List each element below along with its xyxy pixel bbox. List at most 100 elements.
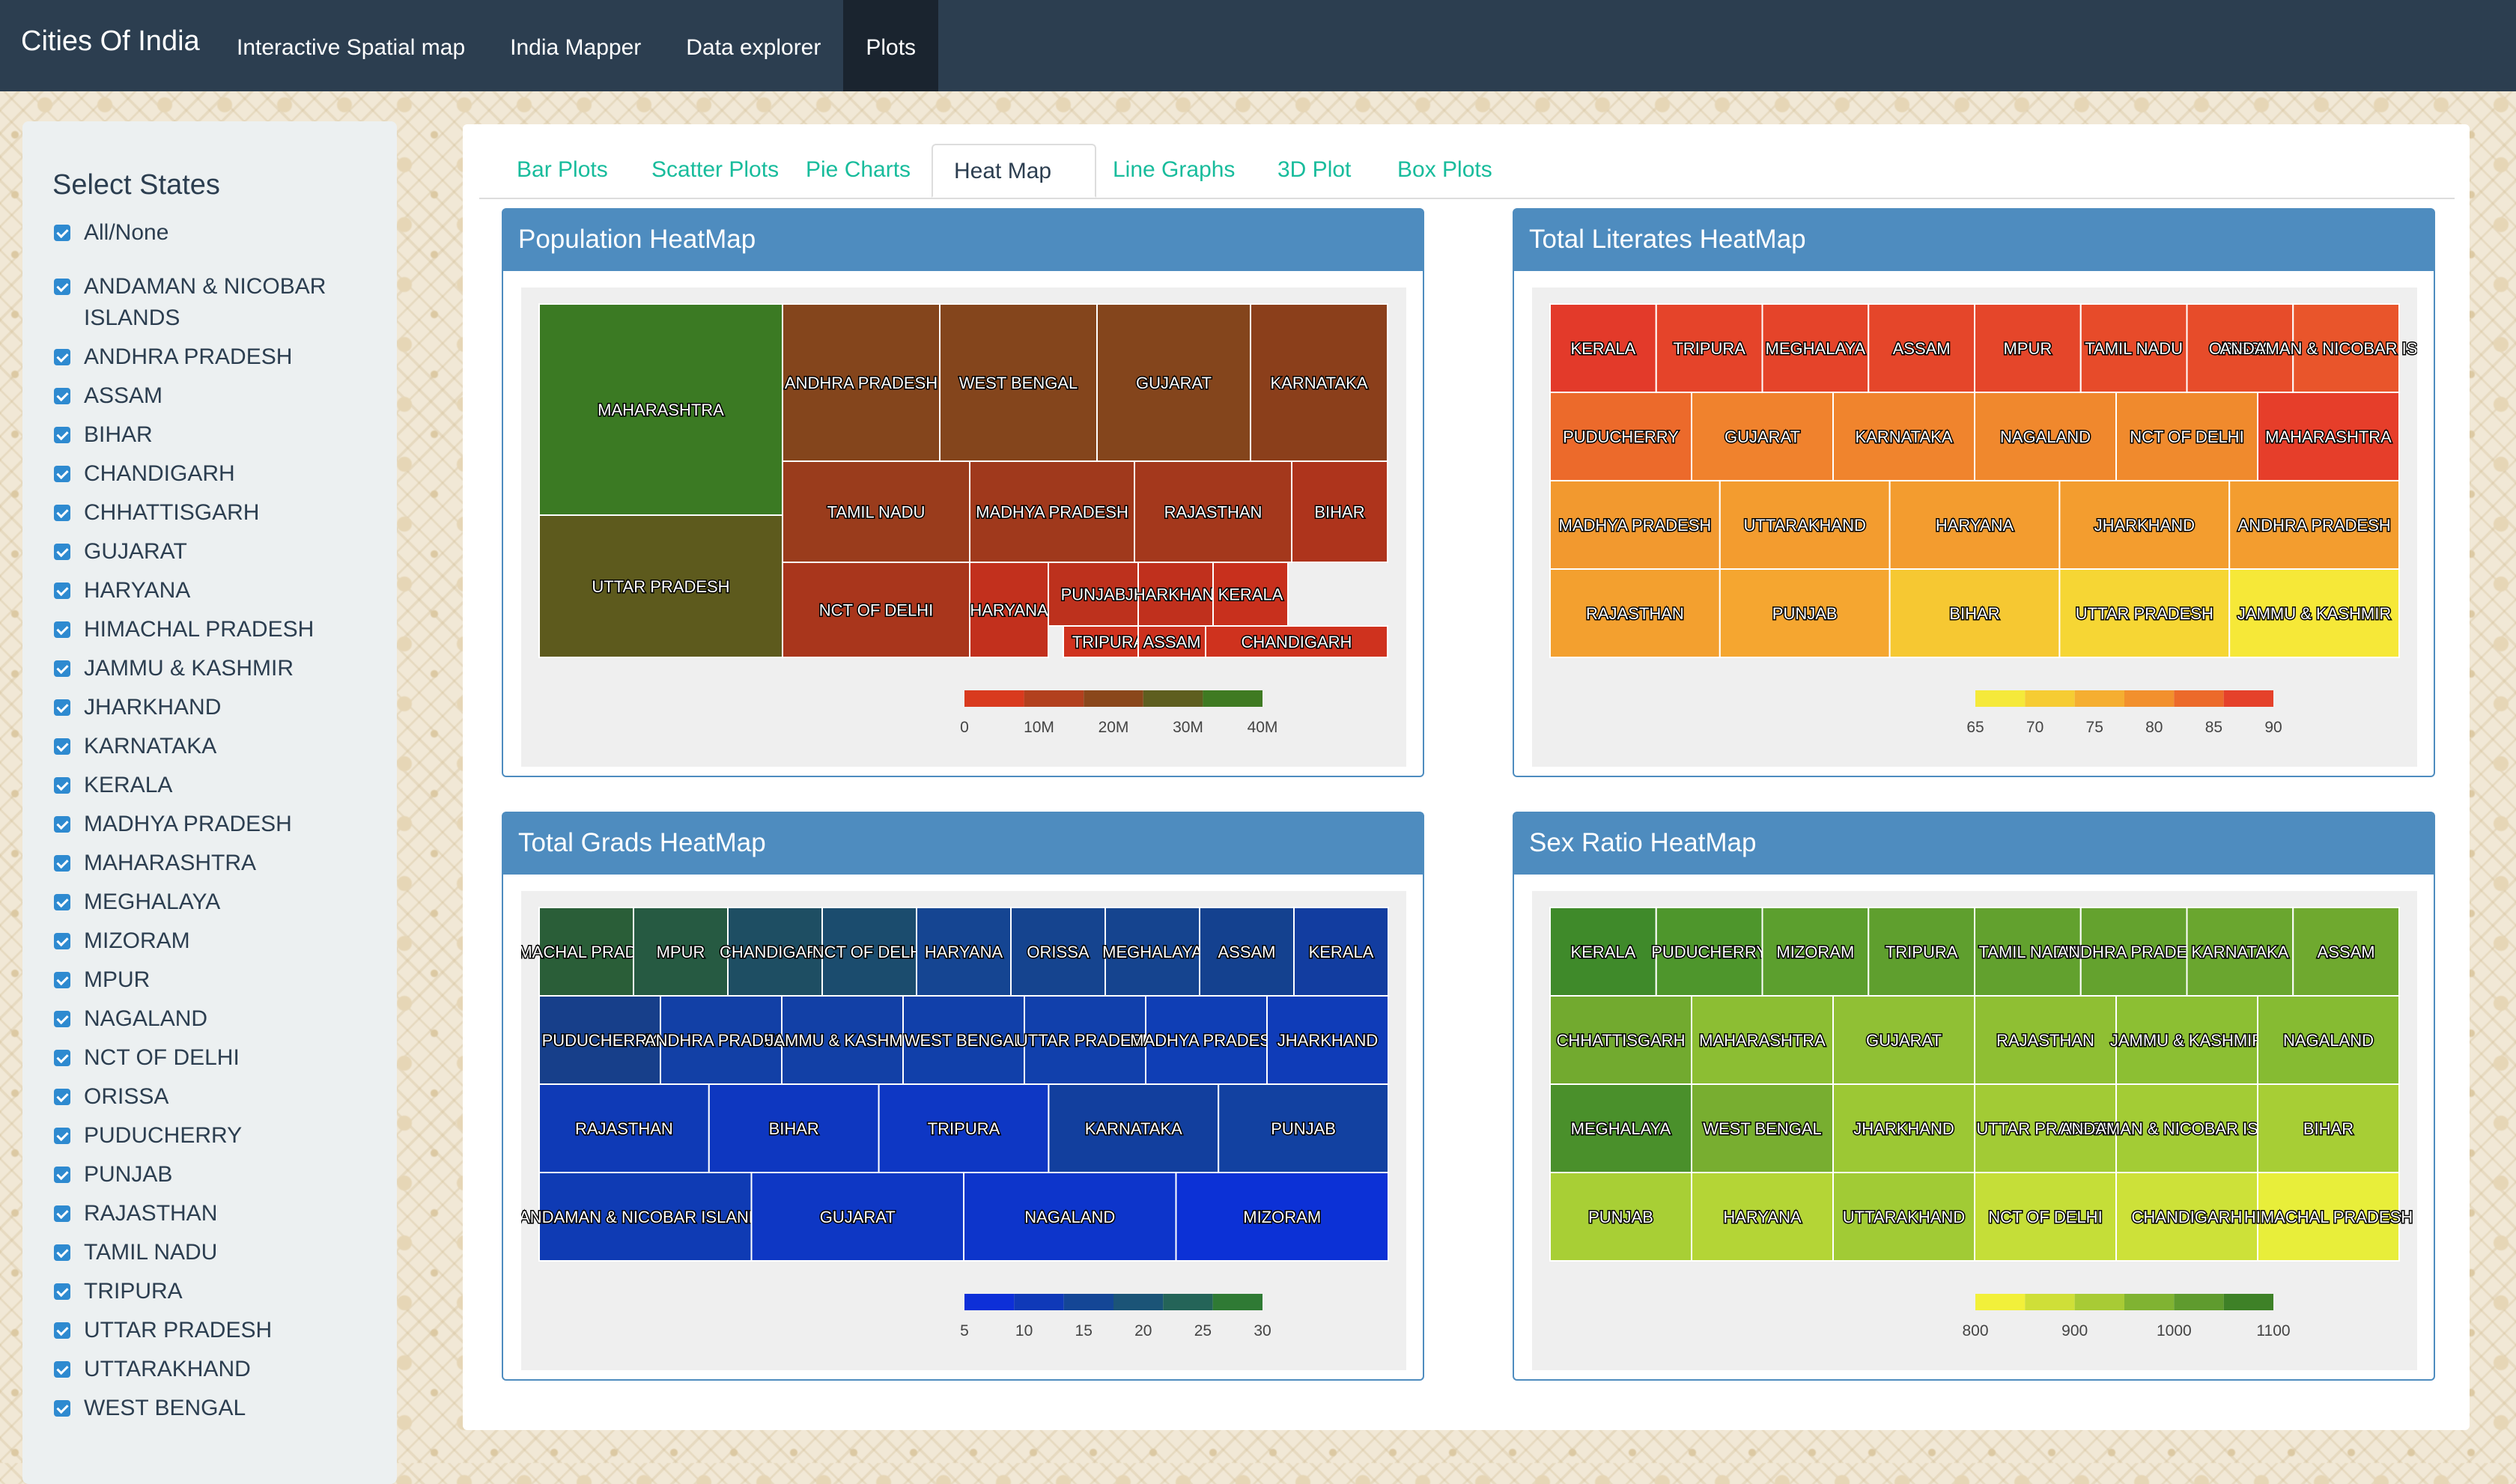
legend-tick-label: 30: [1254, 1322, 1271, 1339]
heatmap-tile-label: WEST BENGAL: [1703, 1119, 1822, 1138]
heatmap-tile-label: KARNATAKA: [1271, 374, 1368, 392]
state-checkbox-row[interactable]: ASSAM: [52, 380, 389, 412]
checkbox-checked-icon[interactable]: [54, 1361, 70, 1378]
tab-3d-plot[interactable]: 3D Plot: [1277, 144, 1351, 198]
heatmap-tile-label: ANDHRA PRADESH: [785, 374, 938, 392]
checkbox-checked-icon[interactable]: [54, 777, 70, 794]
checkbox-checked-icon[interactable]: [54, 894, 70, 910]
nav-interactive-spatial-map[interactable]: Interactive Spatial map: [214, 0, 487, 91]
all-none-checkbox-row[interactable]: All/None: [52, 217, 389, 249]
state-checkbox-row[interactable]: MEGHALAYA: [52, 887, 389, 918]
sidebar-title: Select States: [52, 169, 220, 201]
state-checkbox-row[interactable]: NCT OF DELHI: [52, 1042, 389, 1074]
checkbox-checked-icon[interactable]: [54, 1205, 70, 1222]
checkbox-checked-icon[interactable]: [54, 1167, 70, 1183]
heatmap-tile-label: GUJARAT: [1136, 374, 1212, 392]
state-checkbox-row[interactable]: BIHAR: [52, 419, 389, 451]
state-checkbox-row[interactable]: TRIPURA: [52, 1276, 389, 1307]
checkbox-checked-icon[interactable]: [54, 1283, 70, 1300]
checkbox-checked-icon[interactable]: [54, 816, 70, 833]
heatmap-tile-label: MIZORAM: [1243, 1208, 1321, 1226]
checkbox-checked-icon[interactable]: [54, 1011, 70, 1027]
state-label: GUJARAT: [84, 539, 187, 564]
state-checkbox-row[interactable]: UTTAR PRADESH: [52, 1315, 389, 1346]
state-checkbox-row[interactable]: MAHARASHTRA: [52, 848, 389, 879]
heatmap-tile-label: PUNJAB: [1772, 604, 1838, 623]
checkbox-checked-icon[interactable]: [54, 544, 70, 560]
plot-tabs: Bar Plots Scatter Plots Pie Charts Heat …: [479, 135, 2455, 199]
legend-color-swatch: [2074, 690, 2124, 707]
state-checkbox-row[interactable]: JAMMU & KASHMIR: [52, 653, 389, 684]
checkbox-checked-icon[interactable]: [54, 660, 70, 677]
legend-color-swatch: [2223, 1294, 2273, 1310]
state-checkbox-row[interactable]: MPUR: [52, 964, 389, 996]
state-label: MAHARASHTRA: [84, 851, 257, 875]
checkbox-checked-icon[interactable]: [54, 1322, 70, 1339]
heatmap-tile-label: TAMIL NADU: [827, 503, 926, 522]
state-checkbox-row[interactable]: KARNATAKA: [52, 731, 389, 762]
all-none-label: All/None: [84, 220, 169, 245]
legend-tick-label: 0: [960, 719, 969, 736]
tab-pie-charts[interactable]: Pie Charts: [806, 144, 911, 198]
state-checkbox-row[interactable]: ORISSA: [52, 1081, 389, 1113]
state-checkbox-row[interactable]: HARYANA: [52, 575, 389, 606]
heatmap-tile-label: KERALA: [1570, 339, 1635, 358]
checkbox-checked-icon[interactable]: [54, 621, 70, 638]
heatmap-tile-label: JAMMU & KASHMIR: [2237, 604, 2391, 623]
state-checkbox-row[interactable]: ANDHRA PRADESH: [52, 341, 389, 373]
heatmap-tile-label: ASSAM: [1893, 339, 1951, 358]
heatmap-tile-label: GUJARAT: [820, 1208, 896, 1226]
state-label: MIZORAM: [84, 928, 190, 953]
legend-color-swatch: [1212, 1294, 1262, 1310]
checkbox-checked-icon[interactable]: [54, 738, 70, 755]
heatmap-tile-label: HIMACHAL PRADESH: [2244, 1208, 2413, 1226]
heatmap-tile-label: PUDUCHERRY: [1563, 428, 1679, 446]
state-checkbox-row[interactable]: ANDAMAN & NICOBAR ISLANDS: [52, 271, 389, 334]
state-checkbox-row[interactable]: CHANDIGARH: [52, 458, 389, 490]
checkbox-checked-icon[interactable]: [54, 505, 70, 521]
state-checkbox-row[interactable]: WEST BENGAL: [52, 1393, 389, 1424]
checkbox-checked-icon[interactable]: [54, 225, 70, 241]
checkbox-checked-icon[interactable]: [54, 427, 70, 443]
tab-heat-map[interactable]: Heat Map: [932, 144, 1096, 198]
nav-india-mapper[interactable]: India Mapper: [487, 0, 663, 91]
state-checkbox-row[interactable]: UTTARAKHAND: [52, 1354, 389, 1385]
state-checkbox-row[interactable]: JHARKHAND: [52, 692, 389, 723]
heatmap-tile-label: KARNATAKA: [2191, 943, 2288, 961]
checkbox-checked-icon[interactable]: [54, 583, 70, 599]
legend-tick-label: 80: [2145, 719, 2163, 736]
tab-bar-plots[interactable]: Bar Plots: [517, 144, 608, 198]
state-checkbox-row[interactable]: MADHYA PRADESH: [52, 809, 389, 840]
nav-data-explorer[interactable]: Data explorer: [663, 0, 843, 91]
tab-line-graphs[interactable]: Line Graphs: [1113, 144, 1235, 198]
checkbox-checked-icon[interactable]: [54, 1128, 70, 1144]
tab-box-plots[interactable]: Box Plots: [1397, 144, 1492, 198]
checkbox-checked-icon[interactable]: [54, 349, 70, 365]
nav-plots[interactable]: Plots: [843, 0, 939, 91]
checkbox-checked-icon[interactable]: [54, 699, 70, 716]
legend-color-swatch: [1203, 690, 1262, 707]
state-checkbox-row[interactable]: TAMIL NADU: [52, 1237, 389, 1268]
app-title[interactable]: Cities Of India: [21, 25, 200, 58]
tab-scatter-plots[interactable]: Scatter Plots: [651, 144, 779, 198]
checkbox-checked-icon[interactable]: [54, 388, 70, 404]
state-checkbox-row[interactable]: NAGALAND: [52, 1003, 389, 1035]
checkbox-checked-icon[interactable]: [54, 1400, 70, 1417]
checkbox-checked-icon[interactable]: [54, 1244, 70, 1261]
state-checkbox-row[interactable]: KERALA: [52, 770, 389, 801]
checkbox-checked-icon[interactable]: [54, 933, 70, 949]
state-checkbox-row[interactable]: PUDUCHERRY: [52, 1120, 389, 1152]
checkbox-checked-icon[interactable]: [54, 279, 70, 295]
checkbox-checked-icon[interactable]: [54, 855, 70, 872]
checkbox-checked-icon[interactable]: [54, 1089, 70, 1105]
state-checkbox-row[interactable]: PUNJAB: [52, 1159, 389, 1190]
checkbox-checked-icon[interactable]: [54, 1050, 70, 1066]
state-checkbox-row[interactable]: GUJARAT: [52, 536, 389, 568]
state-checkbox-row[interactable]: CHHATTISGARH: [52, 497, 389, 529]
state-label: JAMMU & KASHMIR: [84, 656, 294, 681]
state-checkbox-row[interactable]: MIZORAM: [52, 925, 389, 957]
state-checkbox-row[interactable]: RAJASTHAN: [52, 1198, 389, 1229]
state-checkbox-row[interactable]: HIMACHAL PRADESH: [52, 614, 389, 645]
checkbox-checked-icon[interactable]: [54, 972, 70, 988]
checkbox-checked-icon[interactable]: [54, 466, 70, 482]
